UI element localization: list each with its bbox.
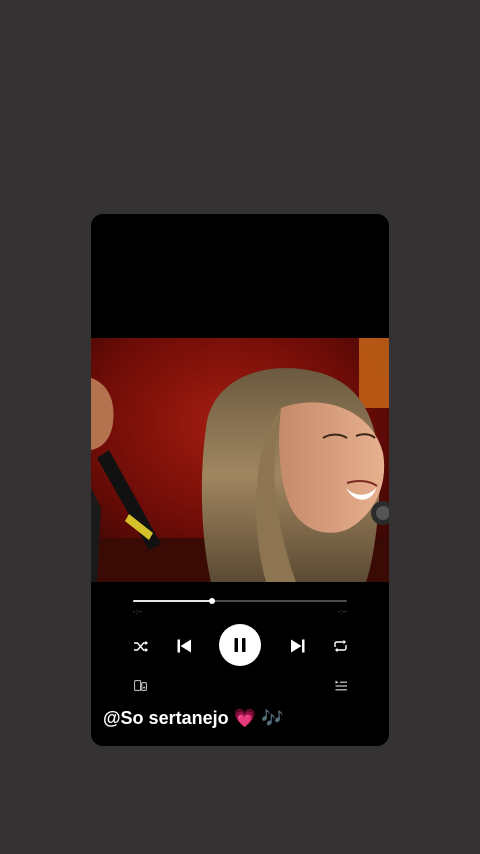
pause-button[interactable] bbox=[219, 624, 261, 666]
heart-emoji: 💗 bbox=[233, 708, 257, 729]
player-card: -:-- -:-- @So sertanejo 💗 🎶 bbox=[91, 214, 389, 746]
skip-next-icon bbox=[290, 639, 304, 653]
shuffle-icon bbox=[133, 640, 148, 652]
total-time: -:-- bbox=[338, 609, 347, 616]
music-notes-emoji: 🎶 bbox=[261, 708, 284, 729]
queue-button[interactable] bbox=[333, 677, 349, 693]
repeat-button[interactable] bbox=[330, 636, 350, 656]
video-frame[interactable] bbox=[91, 338, 389, 582]
caption-text: @So sertanejo bbox=[103, 708, 229, 728]
video-still-image bbox=[91, 338, 389, 582]
queue-icon bbox=[335, 680, 347, 690]
shuffle-button[interactable] bbox=[131, 636, 151, 656]
elapsed-time: -:-- bbox=[133, 609, 142, 616]
next-button[interactable] bbox=[286, 635, 308, 657]
pause-icon bbox=[234, 638, 246, 652]
connect-device-icon bbox=[133, 679, 147, 691]
playback-progress-bar[interactable] bbox=[133, 598, 347, 604]
previous-button[interactable] bbox=[173, 635, 195, 657]
progress-fill bbox=[133, 600, 213, 602]
progress-thumb[interactable] bbox=[209, 598, 216, 604]
story-caption: @So sertanejo 💗 🎶 bbox=[103, 708, 283, 729]
connect-device-button[interactable] bbox=[132, 677, 148, 693]
skip-previous-icon bbox=[177, 639, 191, 653]
repeat-icon bbox=[333, 639, 347, 653]
